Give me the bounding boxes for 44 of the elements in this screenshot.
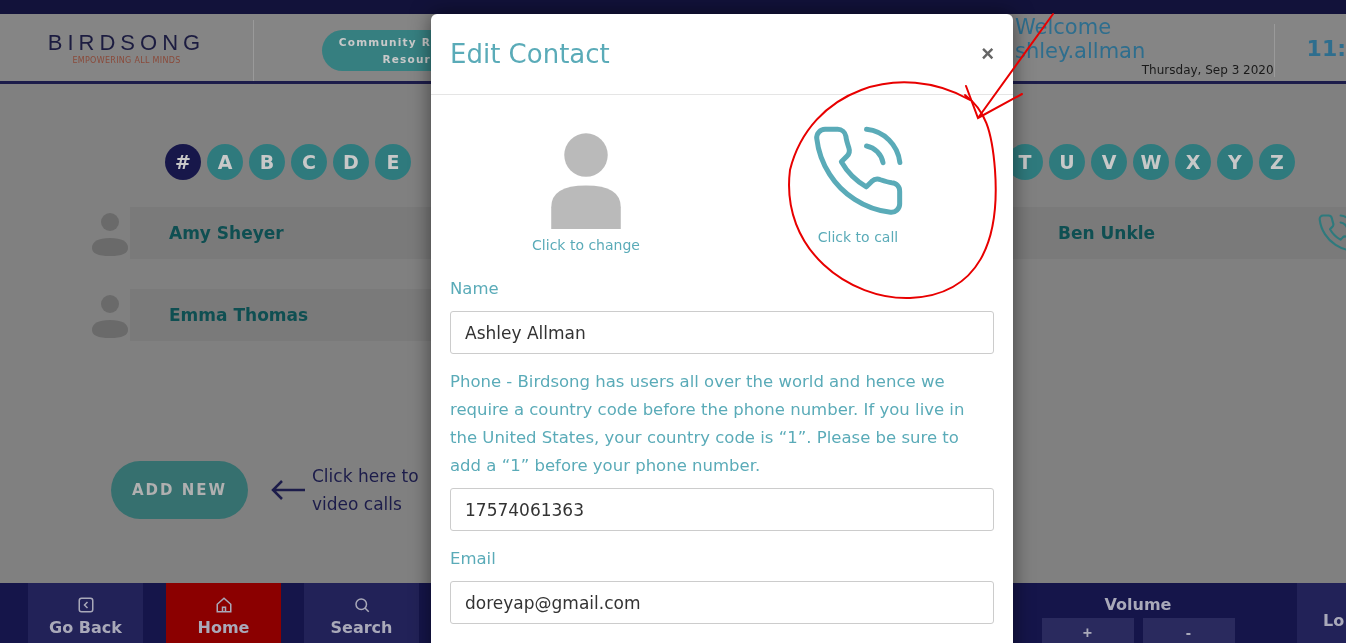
field-label: Email [450, 548, 497, 570]
letter-filter[interactable]: C [291, 144, 327, 180]
volume-label: Volume [1104, 595, 1172, 614]
nav-button[interactable]: Lo [1297, 583, 1346, 643]
contact-row[interactable]: Ben Unkle [1013, 207, 1346, 259]
dialog-title: Edit Contact [450, 39, 610, 69]
letter-filter[interactable]: T [1013, 144, 1043, 180]
text-field[interactable]: 17574061363 [450, 488, 994, 531]
date-text: Thursday, Sep 3 2020 [1141, 63, 1274, 77]
letter-filter[interactable]: A [207, 144, 243, 180]
text-field[interactable]: Ashley Allman [450, 311, 994, 354]
field-label: Name [450, 278, 500, 300]
logo-tagline: EMPOWERING ALL MINDS [72, 56, 181, 65]
contact-row[interactable]: Amy Sheyer [130, 207, 431, 259]
nav-button[interactable]: Go Back [28, 583, 143, 643]
letter-filter[interactable]: D [333, 144, 369, 180]
hint-text: Click here to video calls [312, 465, 419, 516]
contact-row[interactable]: Emma Thomas [130, 289, 431, 341]
letter-filter[interactable]: W [1133, 144, 1169, 180]
letter-filter[interactable]: X [1175, 144, 1211, 180]
letter-filter[interactable]: U [1049, 144, 1085, 180]
text-field[interactable]: doreyap@gmail.com [450, 581, 994, 624]
letter-filter[interactable]: Y [1217, 144, 1253, 180]
arrow-left-icon [270, 478, 306, 502]
letter-filter[interactable]: E [375, 144, 411, 180]
field-label: Phone - Birdsong has users all over the world and hence we require a country code before the phone number. If you live in the United States, your country code is “1”. Please be sure to add a “1” before your phone number. [450, 371, 966, 477]
letter-filter[interactable]: Z [1259, 144, 1295, 180]
logo-text: BIRDSONG [47, 30, 206, 56]
letter-filter[interactable]: # [165, 144, 201, 180]
clock-text: 11: [1306, 36, 1346, 63]
community-resources-button[interactable]: Community R Resour [322, 30, 431, 71]
nav-button[interactable]: Home [166, 583, 281, 643]
letter-filter[interactable]: V [1091, 144, 1127, 180]
change-photo-link[interactable]: Click to change [532, 237, 640, 253]
home-icon [214, 595, 233, 614]
back-icon [76, 595, 95, 614]
search-icon [352, 595, 371, 614]
close-button[interactable]: × [981, 41, 994, 67]
volume-button[interactable]: - [1142, 618, 1235, 643]
letter-filter[interactable]: B [249, 144, 285, 180]
call-link[interactable]: Click to call [817, 229, 899, 245]
volume-button[interactable]: + [1041, 618, 1134, 643]
add-new-button[interactable]: ADD NEW [111, 461, 248, 519]
nav-button[interactable]: Search [304, 583, 419, 643]
